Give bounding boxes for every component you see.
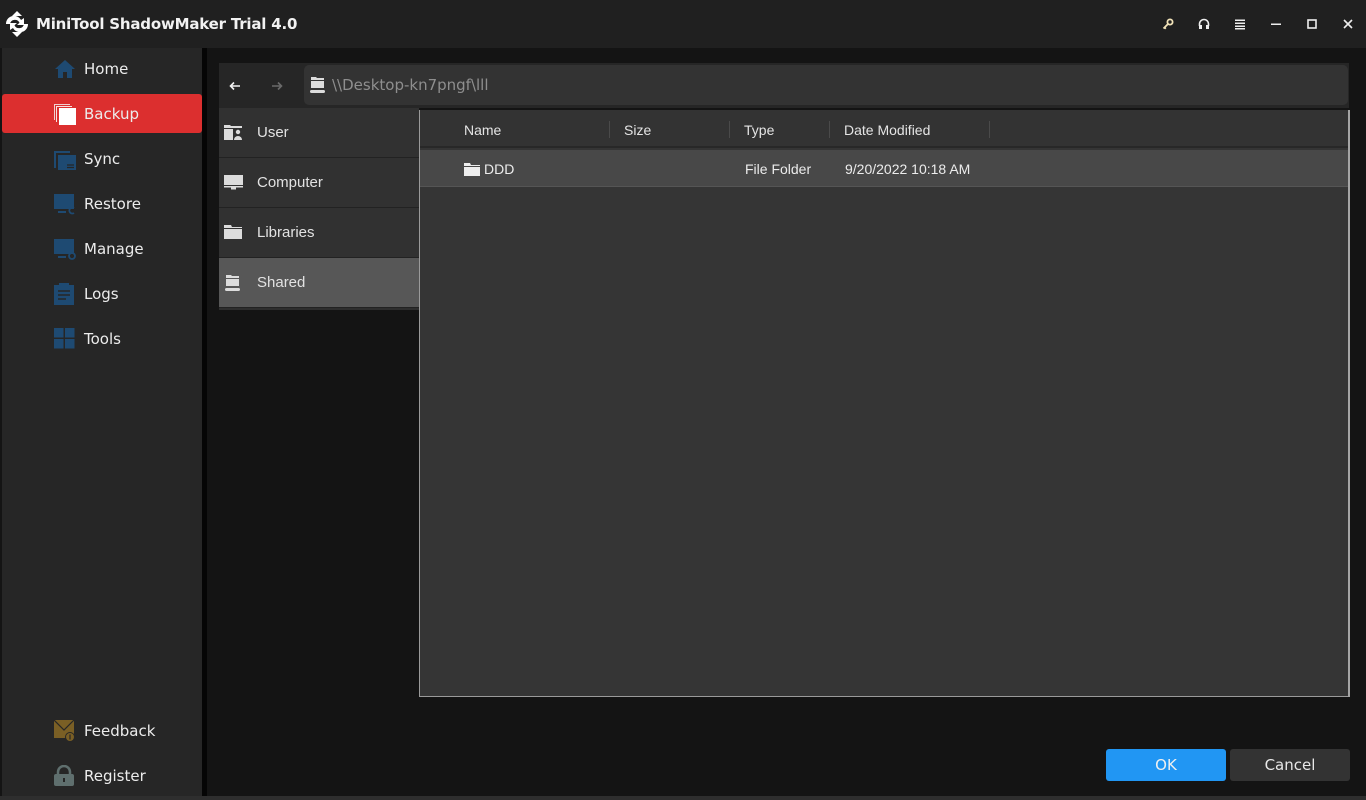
address-bar-row: \\Desktop-kn7pngf\lll — [219, 63, 1349, 108]
cell-type: File Folder — [745, 161, 812, 177]
sidebar-item-logs[interactable]: Logs — [2, 274, 202, 313]
sidebar-item-label: Backup — [84, 104, 139, 123]
column-header-date-modified[interactable]: Date Modified — [844, 122, 930, 138]
sidebar-item-backup[interactable]: Backup — [2, 94, 202, 133]
lock-icon — [54, 765, 74, 786]
sidebar-item-restore[interactable]: Restore — [2, 184, 202, 223]
logs-icon — [54, 283, 74, 305]
location-libraries[interactable]: Libraries — [219, 208, 419, 258]
column-divider[interactable] — [989, 121, 990, 138]
sidebar-item-manage[interactable]: Manage — [2, 229, 202, 268]
sidebar-item-label: Restore — [84, 194, 141, 213]
close-button[interactable] — [1330, 0, 1366, 48]
sidebar-item-label: Manage — [84, 239, 144, 258]
restore-icon — [54, 194, 75, 215]
sidebar: Home Backup Sync Restore Manage Logs Too… — [2, 48, 202, 796]
location-label: User — [257, 124, 289, 141]
feedback-icon — [54, 720, 75, 742]
sidebar-item-feedback[interactable]: Feedback — [2, 711, 202, 750]
sidebar-item-label: Register — [84, 766, 146, 785]
window-bottom-border — [0, 796, 1366, 800]
window-controls — [1150, 0, 1366, 48]
location-list: User Computer Libraries Shared — [219, 108, 419, 310]
cancel-button[interactable]: Cancel — [1230, 749, 1350, 781]
maximize-button[interactable] — [1294, 0, 1330, 48]
folder-icon — [464, 163, 480, 176]
sync-icon — [54, 151, 76, 170]
sidebar-item-sync[interactable]: Sync — [2, 139, 202, 178]
sidebar-item-label: Logs — [84, 284, 119, 303]
maximize-icon — [1307, 19, 1317, 29]
back-button[interactable] — [224, 75, 246, 97]
home-icon — [55, 60, 75, 78]
menu-button[interactable] — [1222, 0, 1258, 48]
address-field[interactable]: \\Desktop-kn7pngf\lll — [304, 65, 1348, 105]
sidebar-item-tools[interactable]: Tools — [2, 319, 202, 358]
column-header-name[interactable]: Name — [464, 122, 501, 138]
headset-icon — [1198, 18, 1210, 29]
folder-icon — [224, 225, 242, 239]
location-label: Libraries — [257, 224, 315, 241]
sidebar-item-label: Tools — [84, 329, 121, 348]
sidebar-item-label: Sync — [84, 149, 121, 168]
sidebar-item-home[interactable]: Home — [2, 49, 202, 88]
column-divider[interactable] — [729, 121, 730, 138]
app-title: MiniTool ShadowMaker Trial 4.0 — [36, 15, 298, 33]
scrollbar[interactable] — [1348, 110, 1350, 697]
cell-name: DDD — [484, 161, 515, 177]
location-label: Computer — [257, 174, 323, 191]
user-folder-icon — [224, 125, 242, 140]
column-header-size[interactable]: Size — [624, 122, 651, 138]
location-computer[interactable]: Computer — [219, 158, 419, 208]
arrow-left-icon — [229, 81, 240, 91]
location-shared[interactable]: Shared — [219, 258, 419, 308]
cell-date-modified: 9/20/2022 10:18 AM — [845, 161, 971, 177]
app-window: MiniTool ShadowMaker Trial 4.0 Home Back… — [0, 0, 1366, 800]
menu-icon — [1235, 19, 1245, 30]
backup-icon — [54, 104, 76, 125]
minimize-icon — [1271, 23, 1281, 25]
column-divider[interactable] — [829, 121, 830, 138]
sidebar-item-label: Feedback — [84, 721, 156, 740]
manage-icon — [54, 239, 76, 260]
column-header-type[interactable]: Type — [744, 122, 774, 138]
title-bar: MiniTool ShadowMaker Trial 4.0 — [0, 0, 1366, 48]
file-browser: \\Desktop-kn7pngf\lll User Computer Libr… — [207, 48, 1366, 796]
file-list-header: Name Size Type Date Modified — [420, 110, 1350, 148]
location-user[interactable]: User — [219, 108, 419, 158]
key-button[interactable] — [1150, 0, 1186, 48]
close-icon — [1343, 19, 1353, 29]
shared-folder-icon — [310, 77, 325, 93]
column-divider[interactable] — [609, 121, 610, 138]
ok-button[interactable]: OK — [1106, 749, 1226, 781]
minimize-button[interactable] — [1258, 0, 1294, 48]
location-label: Shared — [257, 274, 306, 291]
sidebar-item-register[interactable]: Register — [2, 756, 202, 795]
shared-folder-icon — [225, 275, 240, 291]
file-list: Name Size Type Date Modified DDD File Fo… — [419, 110, 1350, 697]
address-path: \\Desktop-kn7pngf\lll — [332, 76, 489, 94]
app-logo-icon — [5, 11, 29, 37]
key-icon — [1162, 18, 1174, 30]
arrow-right-icon — [272, 81, 283, 91]
computer-icon — [224, 175, 243, 190]
table-row[interactable]: DDD File Folder 9/20/2022 10:18 AM — [420, 150, 1350, 187]
sidebar-item-label: Home — [84, 59, 129, 78]
tools-icon — [54, 328, 75, 349]
support-button[interactable] — [1186, 0, 1222, 48]
forward-button[interactable] — [266, 75, 288, 97]
